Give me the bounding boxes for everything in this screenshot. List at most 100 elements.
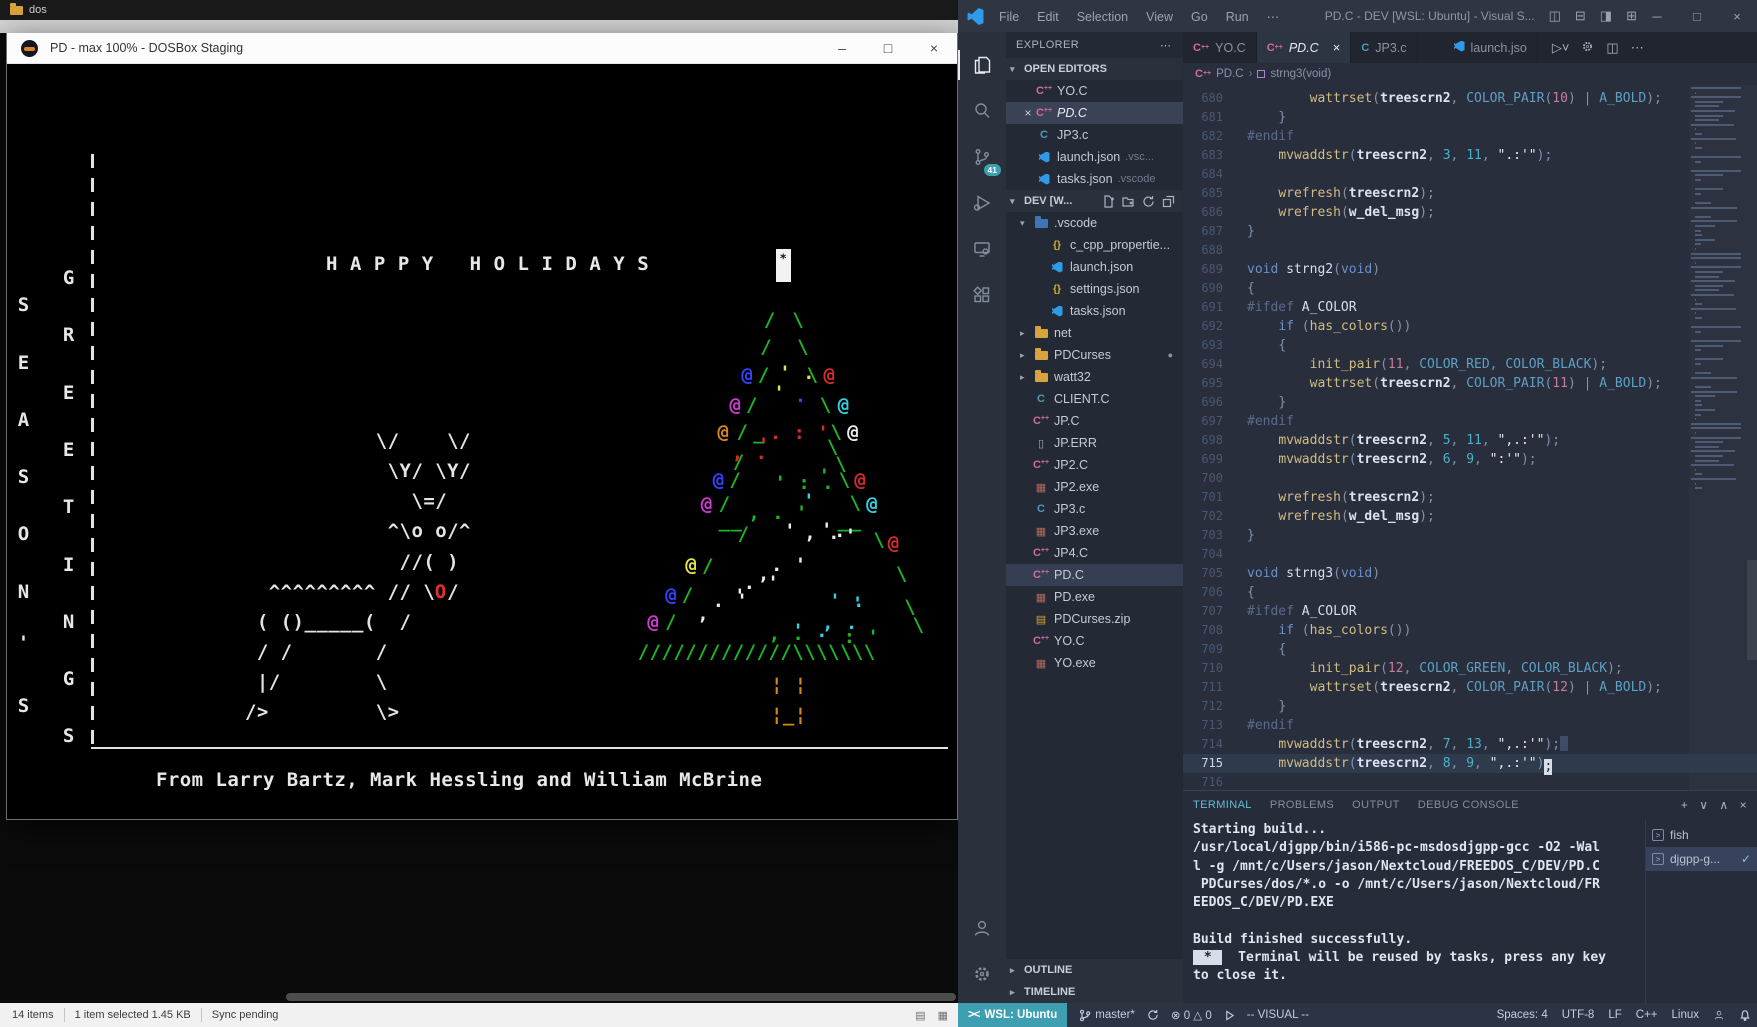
section-outline[interactable]: ▸ OUTLINE: [1006, 959, 1183, 981]
code-line-686[interactable]: 686 wrefresh(w_del_msg);: [1183, 203, 1757, 222]
code-line-698[interactable]: 698 mvwaddstr(treescrn2, 5, 11, ",.:'");: [1183, 431, 1757, 450]
panel-action-icon[interactable]: ×: [1740, 798, 1747, 812]
menu-⋯[interactable]: ⋯: [1258, 10, 1289, 24]
panel-tab-problems[interactable]: PROBLEMS: [1270, 799, 1334, 811]
close-icon[interactable]: ×: [1333, 40, 1341, 55]
code-line-687[interactable]: 687}: [1183, 222, 1757, 241]
open-editors-header[interactable]: ▾ OPEN EDITORS: [1006, 58, 1183, 80]
tree-item[interactable]: ▸ net: [1006, 322, 1183, 344]
code-line-702[interactable]: 702 wrefresh(w_del_msg);: [1183, 507, 1757, 526]
tree-item[interactable]: ▦ YO.exe: [1006, 652, 1183, 674]
terminal-output[interactable]: Starting build... /usr/local/djgpp/bin/i5…: [1183, 819, 1645, 1003]
code-line-713[interactable]: 713 #endif: [1183, 716, 1757, 735]
code-line-692[interactable]: 692 if (has_colors()): [1183, 317, 1757, 336]
collapse-all-icon[interactable]: [1162, 195, 1175, 208]
run-debug-icon[interactable]: [958, 180, 1006, 226]
code-line-689[interactable]: 689 void strng2(void): [1183, 260, 1757, 279]
tree-item[interactable]: ▦ JP3.exe: [1006, 520, 1183, 542]
code-line-710[interactable]: 710 init_pair(12, COLOR_GREEN, COLOR_BLA…: [1183, 659, 1757, 678]
layout-icon[interactable]: ◫: [1549, 8, 1561, 24]
open-editor-item[interactable]: C YO.C: [1006, 80, 1183, 102]
new-folder-icon[interactable]: [1122, 195, 1135, 208]
menu-file[interactable]: File: [990, 10, 1028, 24]
account-icon[interactable]: [958, 905, 1006, 951]
code-line-712[interactable]: 712 }: [1183, 697, 1757, 716]
open-editor-item[interactable]: tasks.json .vscode: [1006, 168, 1183, 190]
vscode-title-bar[interactable]: File Edit Selection View Go Run ⋯ PD.C - DEV […: [958, 0, 1757, 32]
breadcrumb-symbol[interactable]: strng3(void): [1270, 68, 1331, 80]
code-line-683[interactable]: 683 mvwaddstr(treescrn2, 3, 11, ".:'");: [1183, 146, 1757, 165]
open-editor-item[interactable]: C JP3.c: [1006, 124, 1183, 146]
code-line-708[interactable]: 708 if (has_colors()): [1183, 621, 1757, 640]
code-line-690[interactable]: 690 {: [1183, 279, 1757, 298]
code-line-716[interactable]: 716: [1183, 773, 1757, 790]
settings-gear-icon[interactable]: [958, 951, 1006, 997]
code-line-706[interactable]: 706 {: [1183, 583, 1757, 602]
editor-tab-jp3.c[interactable]: C JP3.c: [1351, 32, 1418, 63]
refresh-icon[interactable]: [1142, 195, 1155, 208]
tree-item[interactable]: ▾ .vscode: [1006, 212, 1183, 234]
workspace-section-header[interactable]: ▾ DEV [W...: [1006, 190, 1183, 212]
tree-item[interactable]: C JP.C: [1006, 410, 1183, 432]
layout-icon[interactable]: ⊞: [1626, 8, 1637, 24]
vscode-window-button[interactable]: □: [1677, 9, 1717, 24]
remote-explorer-icon[interactable]: [958, 226, 1006, 272]
bell-icon[interactable]: [1739, 1009, 1751, 1021]
menu-edit[interactable]: Edit: [1028, 10, 1068, 24]
code-line-709[interactable]: 709 {: [1183, 640, 1757, 659]
list-view-icon[interactable]: ▤: [915, 1009, 925, 1022]
code-line-704[interactable]: 704: [1183, 545, 1757, 564]
menu-selection[interactable]: Selection: [1068, 10, 1137, 24]
panel-tab-debug-console[interactable]: DEBUG CONSOLE: [1418, 799, 1519, 811]
status-item[interactable]: UTF-8: [1562, 1009, 1595, 1021]
remote-indicator[interactable]: >< WSL: Ubuntu: [958, 1003, 1068, 1027]
panel-action-icon[interactable]: +: [1681, 798, 1688, 812]
terminal-shell-item[interactable]: > djgpp-g... ✓: [1646, 847, 1757, 871]
menu-run[interactable]: Run: [1217, 10, 1258, 24]
tree-item[interactable]: ▯ JP.ERR: [1006, 432, 1183, 454]
tree-item[interactable]: C YO.C: [1006, 630, 1183, 652]
tree-item[interactable]: C JP3.c: [1006, 498, 1183, 520]
tree-item[interactable]: C CLIENT.C: [1006, 388, 1183, 410]
extensions-icon[interactable]: [958, 272, 1006, 318]
tree-item[interactable]: ▤ PDCurses.zip: [1006, 608, 1183, 630]
tree-item[interactable]: tasks.json: [1006, 300, 1183, 322]
panel-tab-terminal[interactable]: TERMINAL: [1193, 799, 1252, 811]
run-file-icon[interactable]: ▷˅: [1552, 40, 1570, 56]
dosbox-window-button[interactable]: ×: [911, 40, 957, 56]
tree-item[interactable]: {} settings.json: [1006, 278, 1183, 300]
more-actions-icon[interactable]: ⋯: [1631, 40, 1644, 56]
panel-action-icon[interactable]: ∧: [1719, 798, 1728, 812]
code-line-682[interactable]: 682 #endif: [1183, 127, 1757, 146]
breadcrumb-file[interactable]: PD.C: [1216, 68, 1243, 80]
code-line-685[interactable]: 685 wrefresh(treescrn2);: [1183, 184, 1757, 203]
search-icon[interactable]: [958, 88, 1006, 134]
open-editor-item[interactable]: ×C PD.C: [1006, 102, 1183, 124]
code-line-711[interactable]: 711 wattrset(treescrn2, COLOR_PAIR(12) |…: [1183, 678, 1757, 697]
breadcrumb[interactable]: C PD.C › strng3(void): [1183, 63, 1757, 85]
code-line-693[interactable]: 693 {: [1183, 336, 1757, 355]
menu-go[interactable]: Go: [1182, 10, 1217, 24]
tree-item[interactable]: C PD.C: [1006, 564, 1183, 586]
status-item[interactable]: Spaces: 4: [1497, 1009, 1548, 1021]
panel-tab-output[interactable]: OUTPUT: [1352, 799, 1400, 811]
sidebar-more-icon[interactable]: ⋯: [1160, 39, 1173, 52]
new-file-icon[interactable]: [1102, 194, 1115, 208]
tree-item[interactable]: C JP4.C: [1006, 542, 1183, 564]
terminal-shell-item[interactable]: > fish: [1646, 823, 1757, 847]
grid-view-icon[interactable]: ▦: [938, 1009, 948, 1022]
editor-tab-launch.jso[interactable]: launch.jso: [1444, 32, 1538, 63]
layout-icon[interactable]: ◨: [1600, 8, 1612, 24]
layout-icon[interactable]: ⊟: [1575, 8, 1586, 24]
code-line-715[interactable]: 715 mvwaddstr(treescrn2, 8, 9, ",.:'");: [1183, 754, 1757, 775]
editor-tab-yo.c[interactable]: C YO.C: [1183, 32, 1257, 63]
code-line-705[interactable]: 705 void strng3(void): [1183, 564, 1757, 583]
code-line-688[interactable]: 688: [1183, 241, 1757, 260]
code-line-680[interactable]: 680 wattrset(treescrn2, COLOR_PAIR(10) |…: [1183, 89, 1757, 108]
code-line-714[interactable]: 714 mvwaddstr(treescrn2, 7, 13, ",.:'");: [1183, 735, 1757, 754]
explorer-horizontal-scrollbar[interactable]: [286, 993, 956, 1001]
dosbox-window-button[interactable]: □: [865, 40, 911, 56]
feedback-icon[interactable]: [1713, 1009, 1725, 1021]
code-line-697[interactable]: 697 #endif: [1183, 412, 1757, 431]
code-line-696[interactable]: 696 }: [1183, 393, 1757, 412]
